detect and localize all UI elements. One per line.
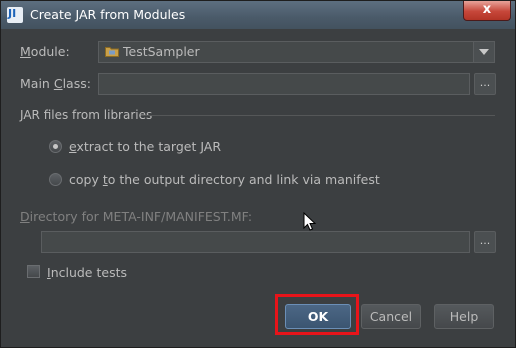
- main-class-browse-button[interactable]: ...: [474, 73, 496, 95]
- module-dropdown-button[interactable]: [473, 42, 494, 62]
- copy-radio[interactable]: [49, 173, 62, 186]
- extract-option-label[interactable]: extract to the target JAR: [69, 139, 221, 154]
- mouse-cursor-icon: [303, 212, 317, 231]
- folder-icon: [105, 47, 119, 57]
- module-label: Module:: [20, 44, 70, 59]
- section-divider: [141, 115, 495, 116]
- include-tests-checkbox[interactable]: [27, 265, 40, 278]
- ok-highlight-box: [275, 294, 359, 335]
- window-title: Create JAR from Modules: [30, 7, 186, 22]
- manifest-dir-browse-button[interactable]: ...: [474, 231, 496, 253]
- extract-radio[interactable]: [49, 140, 62, 153]
- main-class-label: Main Class:: [20, 76, 91, 91]
- radio-selected-dot: [53, 144, 58, 149]
- manifest-dir-field[interactable]: [41, 231, 470, 253]
- include-tests-label[interactable]: Include tests: [47, 265, 127, 280]
- close-button[interactable]: x: [463, 1, 511, 21]
- title-bar[interactable]: JI Create JAR from Modules x: [1, 1, 515, 29]
- libraries-section-label: JAR files from libraries: [20, 108, 153, 122]
- manifest-dir-label: Directory for META-INF/MANIFEST.MF:: [20, 209, 253, 224]
- module-combo[interactable]: TestSampler: [98, 41, 495, 63]
- copy-option-label[interactable]: copy to the output directory and link vi…: [69, 172, 380, 187]
- close-icon: x: [482, 2, 492, 17]
- app-icon: JI: [7, 7, 23, 23]
- main-class-field[interactable]: [98, 73, 470, 95]
- cancel-button[interactable]: Cancel: [361, 304, 421, 329]
- dialog-window: JI Create JAR from Modules x Module: Tes…: [0, 0, 516, 348]
- chevron-down-icon: [479, 49, 489, 55]
- help-button[interactable]: Help: [434, 304, 494, 329]
- module-value: TestSampler: [123, 44, 200, 59]
